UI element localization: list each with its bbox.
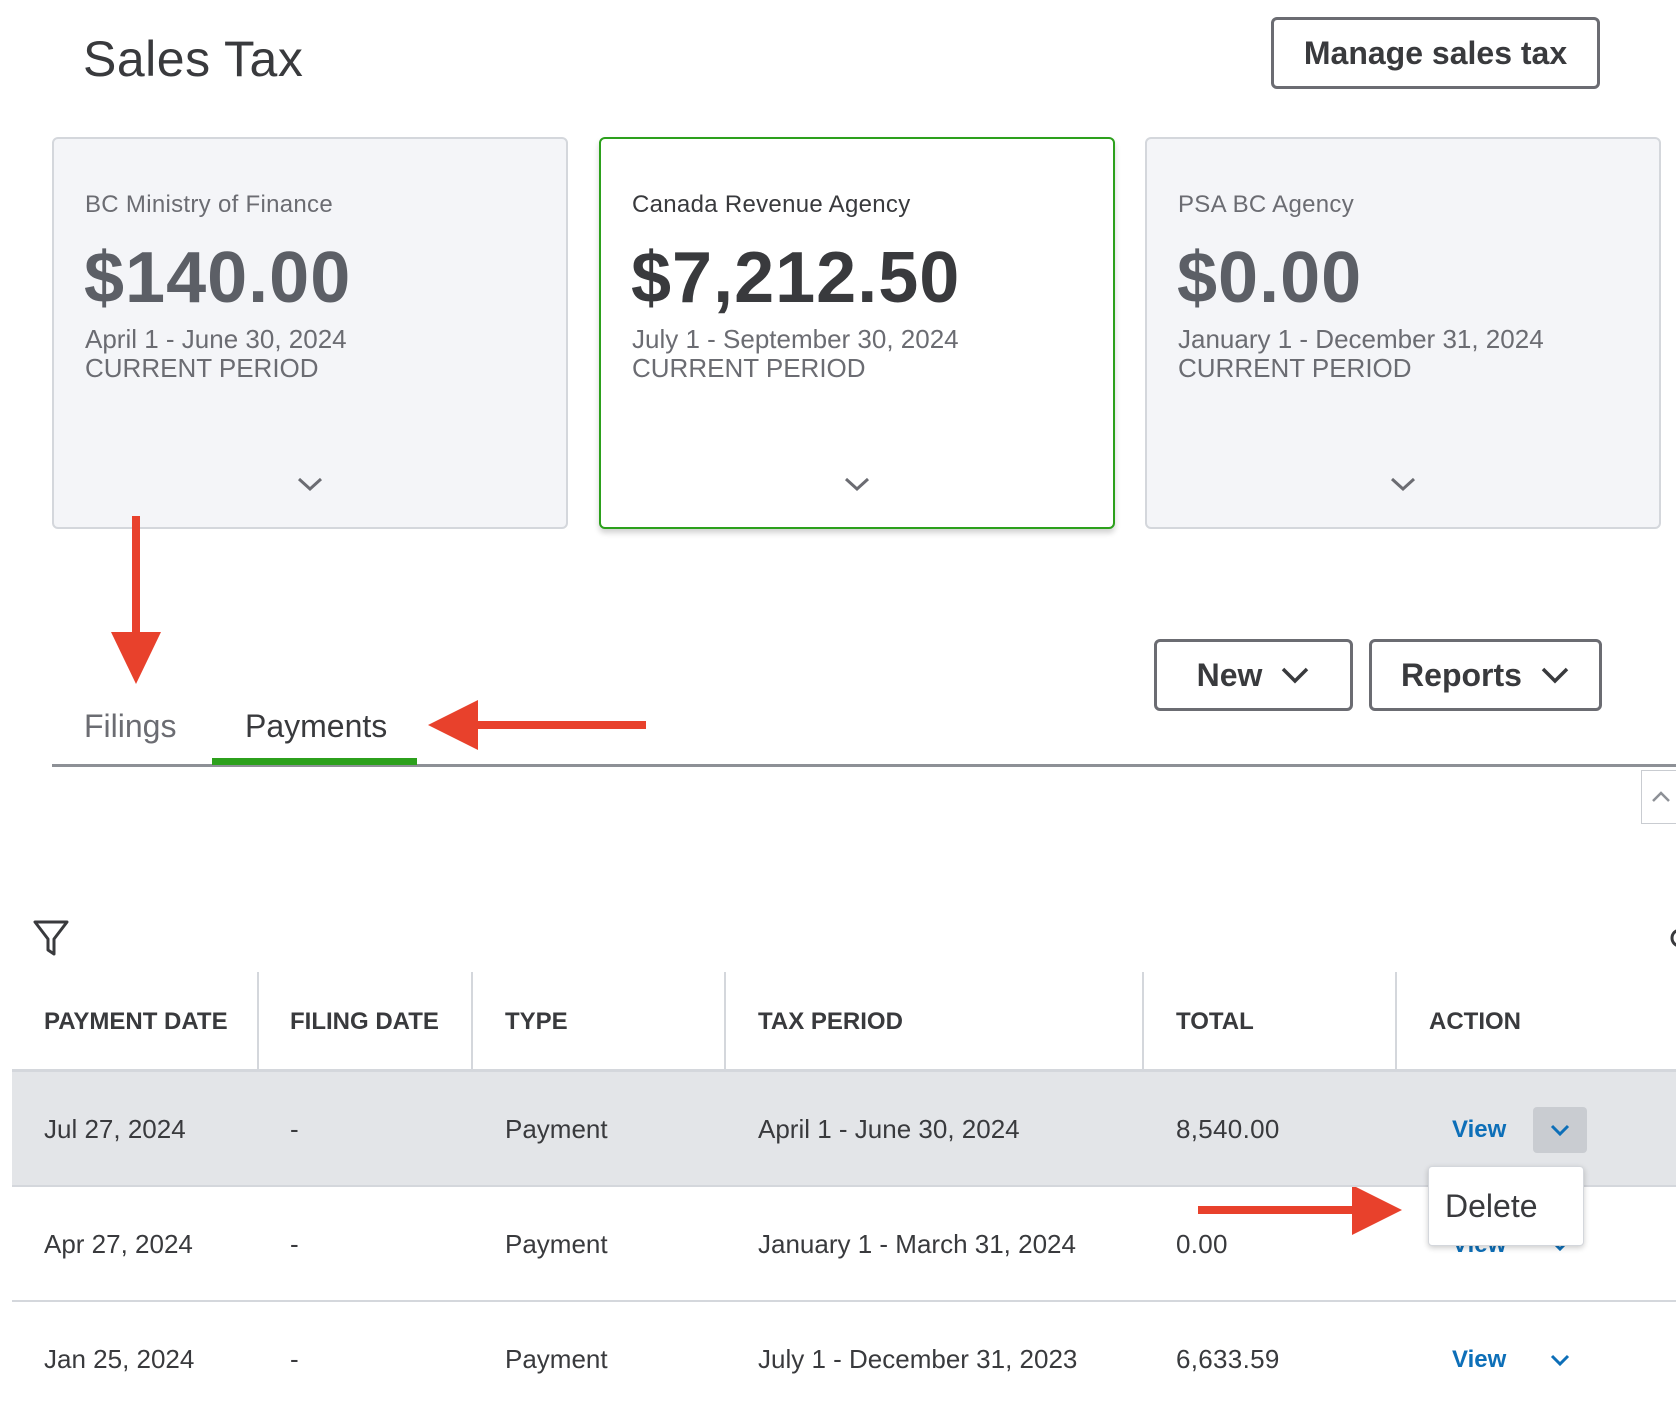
payment-date-cell: Jan 25, 2024 — [44, 1344, 195, 1374]
agency-period: April 1 - June 30, 2024 — [85, 324, 347, 354]
new-dropdown-button[interactable]: New — [1154, 639, 1353, 711]
row-action-menu: Delete — [1428, 1166, 1584, 1246]
column-header-type[interactable]: TYPE — [505, 972, 568, 1072]
column-header-filing-date[interactable]: FILING DATE — [290, 972, 439, 1072]
chevron-down-icon — [1541, 667, 1569, 684]
row-action-dropdown[interactable] — [1533, 1107, 1587, 1153]
tab-filings[interactable]: Filings — [84, 708, 176, 745]
view-link[interactable]: View — [1452, 1346, 1506, 1374]
chevron-up-icon — [1652, 791, 1670, 802]
chevron-down-icon[interactable] — [296, 475, 324, 493]
agency-status: CURRENT PERIOD — [85, 353, 319, 383]
row-action-dropdown[interactable] — [1533, 1337, 1587, 1383]
tax-period-cell: July 1 - December 31, 2023 — [758, 1344, 1078, 1374]
collapse-button[interactable] — [1641, 770, 1676, 824]
agency-amount: $7,212.50 — [631, 238, 961, 318]
total-cell: 6,633.59 — [1176, 1344, 1280, 1374]
table-row[interactable]: Jul 27, 2024 - Payment April 1 - June 30… — [12, 1072, 1676, 1187]
new-button-label: New — [1196, 656, 1263, 693]
filing-date-cell: - — [290, 1344, 299, 1374]
agency-period: January 1 - December 31, 2024 — [1178, 324, 1544, 354]
chevron-down-icon — [1550, 1354, 1570, 1366]
agency-name: BC Ministry of Finance — [85, 191, 334, 218]
agency-name: Canada Revenue Agency — [632, 191, 911, 218]
agency-amount: $0.00 — [1177, 238, 1363, 318]
agency-card-psa-bc[interactable]: PSA BC Agency $0.00 January 1 - December… — [1145, 137, 1661, 529]
tax-period-cell: April 1 - June 30, 2024 — [758, 1114, 1020, 1144]
payment-date-cell: Jul 27, 2024 — [44, 1114, 186, 1144]
manage-sales-tax-button[interactable]: Manage sales tax — [1271, 17, 1600, 89]
column-header-tax-period[interactable]: TAX PERIOD — [758, 972, 903, 1072]
view-link[interactable]: View — [1452, 1116, 1506, 1144]
table-row[interactable]: Jan 25, 2024 - Payment July 1 - December… — [12, 1302, 1676, 1402]
agency-status: CURRENT PERIOD — [1178, 353, 1412, 383]
column-header-total[interactable]: TOTAL — [1176, 972, 1254, 1072]
table-header: PAYMENT DATE FILING DATE TYPE TAX PERIOD… — [12, 972, 1676, 1072]
agency-name: PSA BC Agency — [1178, 191, 1355, 218]
payments-table: PAYMENT DATE FILING DATE TYPE TAX PERIOD… — [12, 972, 1676, 1402]
chevron-down-icon — [1282, 667, 1309, 684]
filing-date-cell: - — [290, 1229, 299, 1259]
chevron-down-icon[interactable] — [1389, 475, 1417, 493]
total-cell: 8,540.00 — [1176, 1114, 1280, 1144]
filter-icon[interactable] — [32, 918, 70, 958]
agency-card-bc-ministry[interactable]: BC Ministry of Finance $140.00 April 1 -… — [52, 137, 568, 529]
column-header-payment-date[interactable]: PAYMENT DATE — [44, 972, 228, 1072]
tab-payments[interactable]: Payments — [245, 708, 387, 745]
type-cell: Payment — [505, 1229, 608, 1259]
total-cell: 0.00 — [1176, 1229, 1228, 1259]
filing-date-cell: - — [290, 1114, 299, 1144]
agency-period: July 1 - September 30, 2024 — [632, 324, 959, 354]
type-cell: Payment — [505, 1114, 608, 1144]
agency-card-cra[interactable]: Canada Revenue Agency $7,212.50 July 1 -… — [599, 137, 1115, 529]
reports-button-label: Reports — [1401, 656, 1522, 693]
delete-menu-item[interactable]: Delete — [1445, 1188, 1538, 1225]
settings-icon[interactable] — [1666, 918, 1676, 958]
type-cell: Payment — [505, 1344, 608, 1374]
active-tab-indicator — [212, 758, 417, 765]
payment-date-cell: Apr 27, 2024 — [44, 1229, 193, 1259]
chevron-down-icon[interactable] — [843, 475, 871, 493]
agency-status: CURRENT PERIOD — [632, 353, 866, 383]
page-title: Sales Tax — [83, 31, 304, 87]
annotation-arrow-down — [111, 516, 161, 684]
table-row[interactable]: Apr 27, 2024 - Payment January 1 - March… — [12, 1187, 1676, 1302]
reports-dropdown-button[interactable]: Reports — [1369, 639, 1602, 711]
annotation-arrow-left — [428, 700, 646, 750]
chevron-down-icon — [1550, 1124, 1570, 1136]
tax-period-cell: January 1 - March 31, 2024 — [758, 1229, 1076, 1259]
agency-amount: $140.00 — [84, 238, 352, 318]
column-header-action: ACTION — [1429, 1008, 1521, 1035]
